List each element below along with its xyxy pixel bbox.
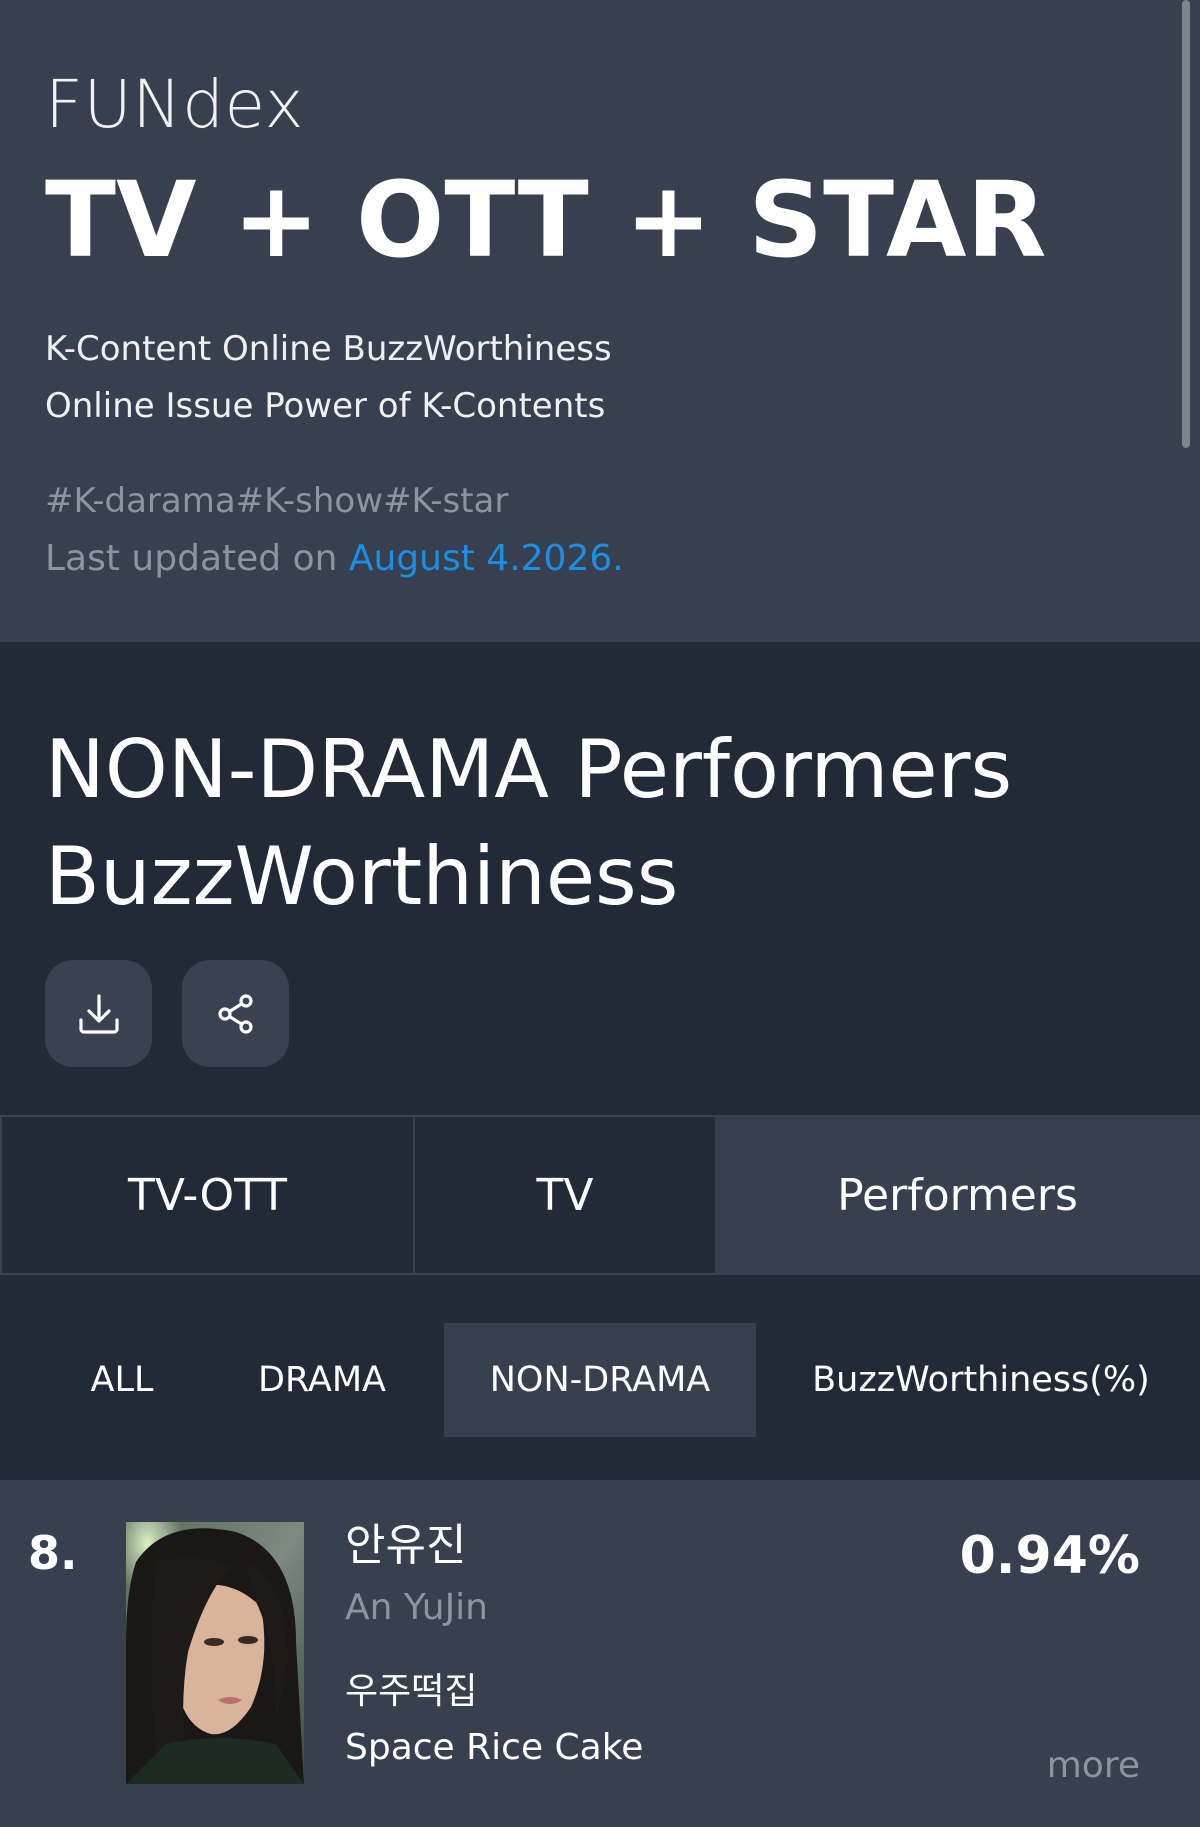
last-updated-date: August 4.2026. bbox=[348, 538, 624, 579]
performer-name-english: An YuJin bbox=[345, 1587, 488, 1628]
headline: TV + OTT + STAR bbox=[45, 159, 1047, 281]
sub-tabs: ALL DRAMA NON-DRAMA BuzzWorthiness(%) bbox=[0, 1323, 1200, 1437]
download-button[interactable] bbox=[45, 960, 152, 1067]
tab-tv-ott[interactable]: TV-OTT bbox=[0, 1115, 415, 1275]
subtab-non-drama[interactable]: NON-DRAMA bbox=[444, 1323, 756, 1437]
buzzworthiness-percent: 0.94% bbox=[959, 1526, 1140, 1586]
subtab-drama[interactable]: DRAMA bbox=[240, 1323, 404, 1437]
scrollbar[interactable] bbox=[1182, 0, 1190, 448]
tab-tv[interactable]: TV bbox=[413, 1115, 717, 1275]
rank-number: 8. bbox=[28, 1526, 78, 1580]
performer-photo bbox=[126, 1522, 304, 1784]
program-name-korean: 우주떡집 bbox=[345, 1671, 478, 1712]
performer-photo-image bbox=[126, 1522, 304, 1784]
last-updated: Last updated on August 4.2026. bbox=[45, 541, 624, 577]
description-line-1: K-Content Online BuzzWorthiness bbox=[45, 329, 612, 369]
share-icon bbox=[217, 993, 253, 1034]
download-icon bbox=[78, 993, 119, 1034]
section-title-line-2: BuzzWorthiness bbox=[45, 830, 679, 923]
tab-performers[interactable]: Performers bbox=[715, 1115, 1200, 1275]
share-button[interactable] bbox=[182, 960, 289, 1067]
section-title-line-1: NON-DRAMA Performers bbox=[45, 723, 1013, 816]
list-item[interactable]: 8. 안유진 An YuJin 우주떡집 Space Rice Cake 0.9… bbox=[0, 1480, 1200, 1827]
subtab-all[interactable]: ALL bbox=[62, 1323, 182, 1437]
performer-name-korean: 안유진 bbox=[345, 1520, 467, 1571]
program-name-english: Space Rice Cake bbox=[345, 1727, 644, 1768]
main-tabs: TV-OTT TV Performers bbox=[0, 1115, 1200, 1275]
hashtags: #K-darama#K-show#K-star bbox=[45, 481, 509, 521]
more-link[interactable]: more bbox=[1047, 1748, 1140, 1784]
subtab-buzzworthiness[interactable]: BuzzWorthiness(%) bbox=[806, 1323, 1156, 1437]
last-updated-prefix: Last updated on bbox=[45, 538, 349, 579]
brand-title: FUNdex bbox=[45, 66, 305, 143]
description-line-2: Online Issue Power of K-Contents bbox=[45, 386, 606, 426]
site-header: FUNdex TV + OTT + STAR K-Content Online … bbox=[0, 0, 1200, 642]
